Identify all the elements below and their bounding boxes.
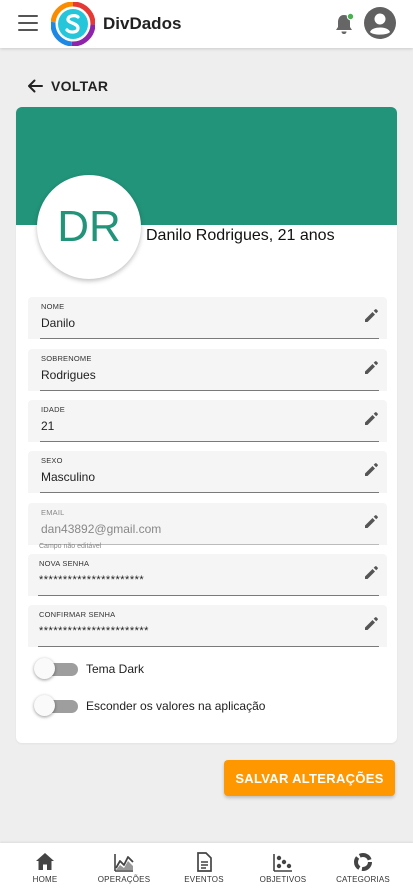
user-avatar-icon[interactable]	[363, 6, 397, 40]
email-field: EMAIL dan43892@gmail.com	[28, 503, 387, 545]
chart-line-icon	[114, 854, 134, 872]
app-brand: DivDados	[103, 14, 182, 33]
nav-label: CATEGORIAS	[336, 875, 390, 884]
age-value[interactable]: 21	[41, 419, 54, 433]
nav-label: EVENTOS	[184, 875, 224, 884]
email-helper-text: Campo não editável	[39, 543, 102, 550]
last-name-value[interactable]: Rodrigues	[41, 368, 96, 382]
logo-icon	[51, 2, 95, 46]
field-label: NOME	[41, 302, 65, 311]
edit-pencil-icon[interactable]	[363, 359, 380, 376]
edit-pencil-icon[interactable]	[363, 410, 380, 427]
profile-card: DR Danilo Rodrigues, 21 anos NOME Danilo…	[16, 107, 397, 743]
nav-goals[interactable]: OBJETIVOS	[243, 843, 323, 891]
hide-values-toggle[interactable]: Esconder os valores na aplicação	[34, 695, 265, 717]
nav-label: OBJETIVOS	[259, 875, 307, 884]
edit-pencil-icon[interactable]	[363, 307, 380, 324]
back-label: VOLTAR	[51, 78, 109, 94]
edit-pencil-icon[interactable]	[363, 615, 380, 632]
profile-initials: DR	[57, 202, 121, 251]
donut-icon	[354, 853, 372, 871]
nav-operations[interactable]: OPERAÇÕES	[84, 843, 164, 891]
first-name-value[interactable]: Danilo	[41, 316, 75, 330]
home-icon	[36, 853, 54, 870]
edit-pencil-icon[interactable]	[363, 513, 380, 530]
last-name-field[interactable]: SOBRENOME Rodrigues	[28, 349, 387, 391]
field-label: SOBRENOME	[41, 354, 92, 363]
email-value: dan43892@gmail.com	[41, 522, 162, 536]
bottom-navigation: HOME OPERAÇÕES EVENTOS OBJETIVOS CATEGOR…	[0, 843, 413, 891]
field-label: CONFIRMAR SENHA	[39, 610, 116, 619]
nav-label: OPERAÇÕES	[97, 875, 151, 884]
field-label: SEXO	[41, 456, 63, 465]
arrow-left-icon	[28, 79, 43, 93]
dark-theme-toggle[interactable]: Tema Dark	[34, 658, 144, 680]
field-label: EMAIL	[41, 508, 65, 517]
scatter-icon	[273, 854, 292, 872]
nav-label: HOME	[32, 875, 58, 884]
back-button[interactable]: VOLTAR	[26, 76, 108, 96]
menu-icon[interactable]	[18, 15, 38, 31]
nav-home[interactable]: HOME	[5, 843, 85, 891]
age-field[interactable]: IDADE 21	[28, 400, 387, 442]
edit-pencil-icon[interactable]	[363, 564, 380, 581]
field-label: IDADE	[41, 405, 65, 414]
app-bar: DivDados	[0, 0, 413, 48]
gender-field[interactable]: SEXO Masculino	[28, 451, 387, 493]
gender-value[interactable]: Masculino	[41, 470, 95, 484]
nav-categories[interactable]: CATEGORIAS	[323, 843, 403, 891]
profile-avatar: DR	[37, 175, 141, 279]
hide-values-switch[interactable]	[34, 695, 78, 717]
first-name-field[interactable]: NOME Danilo	[28, 297, 387, 339]
new-password-field[interactable]: NOVA SENHA **********************	[28, 554, 387, 596]
toggle-label: Esconder os valores na aplicação	[86, 699, 266, 713]
confirm-password-value[interactable]: ***********************	[39, 625, 149, 637]
toggle-label: Tema Dark	[86, 662, 145, 676]
confirm-password-field[interactable]: CONFIRMAR SENHA ***********************	[28, 605, 387, 647]
dark-theme-switch[interactable]	[34, 658, 78, 680]
document-icon	[197, 852, 212, 872]
edit-pencil-icon[interactable]	[363, 461, 380, 478]
field-label: NOVA SENHA	[39, 559, 90, 568]
nav-events[interactable]: EVENTOS	[164, 843, 244, 891]
notifications-bell-icon[interactable]	[333, 12, 355, 36]
profile-name-age: Danilo Rodrigues, 21 anos	[146, 227, 335, 244]
new-password-value[interactable]: **********************	[39, 574, 144, 586]
save-changes-button[interactable]: SALVAR ALTERAÇÕES	[224, 760, 395, 796]
